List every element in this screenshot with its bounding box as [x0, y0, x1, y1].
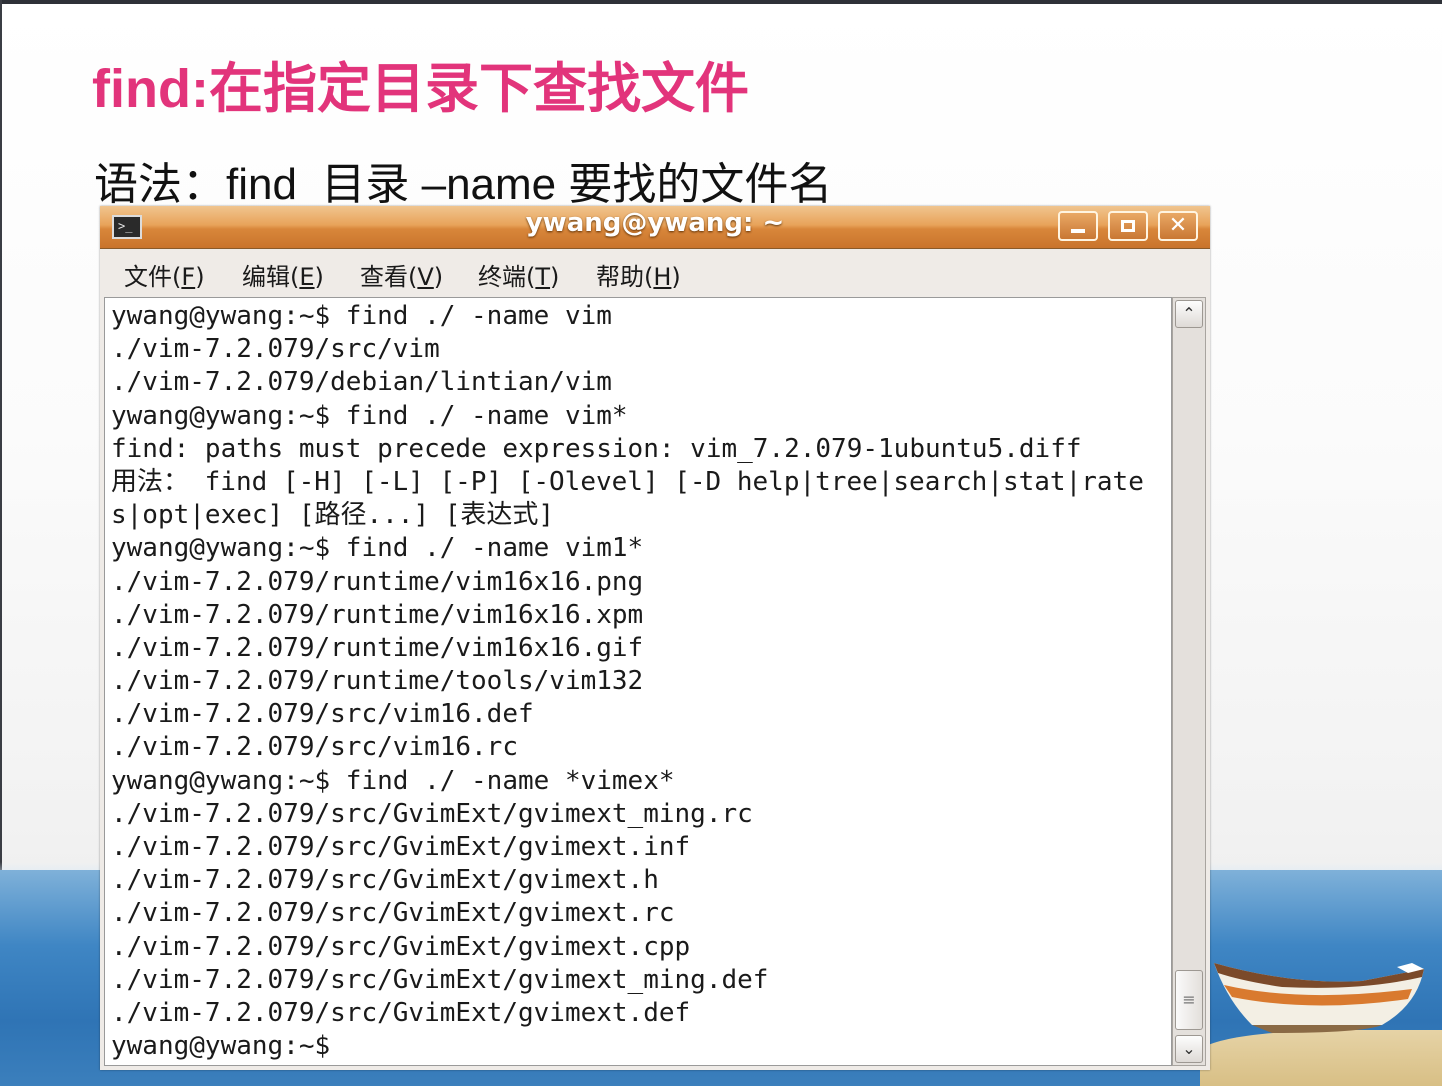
boat-image	[1212, 955, 1434, 1035]
terminal-line: ywang@ywang:~$	[111, 1031, 331, 1062]
slide-title: find:在指定目录下查找文件	[92, 59, 749, 119]
scroll-track[interactable]	[1176, 332, 1202, 1030]
menu-help-key: H	[653, 263, 672, 291]
terminal-line: ./vim-7.2.079/src/vim16.rc	[111, 732, 518, 763]
background-sand	[1200, 1030, 1442, 1086]
menu-view-key: V	[417, 263, 434, 291]
terminal-line: ./vim-7.2.079/runtime/vim16x16.xpm	[111, 599, 644, 630]
terminal-window: >_ ywang@ywang: ~ ✕ 文件(F) 编辑(E) 查看(V) 终端…	[100, 206, 1210, 1070]
terminal-line: find: paths must precede expression: vim…	[111, 433, 1082, 464]
terminal-line: 用法： find [-H] [-L] [-P] [-Olevel] [-D he…	[111, 466, 1144, 497]
maximize-button[interactable]	[1108, 211, 1148, 241]
scroll-down-button[interactable]: ⌄	[1175, 1035, 1203, 1063]
terminal-line: ywang@ywang:~$ find ./ -name vim	[111, 301, 612, 331]
terminal-output[interactable]: ywang@ywang:~$ find ./ -name vim ./vim-7.…	[104, 297, 1172, 1066]
terminal-line: ./vim-7.2.079/runtime/tools/vim132	[111, 666, 644, 697]
window-title: ywang@ywang: ~	[525, 208, 785, 238]
terminal-lines: ywang@ywang:~$ find ./ -name vim ./vim-7.…	[111, 300, 1144, 1063]
close-button[interactable]: ✕	[1158, 211, 1198, 241]
terminal-line: ywang@ywang:~$ find ./ -name *vimex*	[111, 765, 675, 796]
screen-top-border	[0, 0, 1442, 4]
terminal-line: ./vim-7.2.079/src/GvimExt/gvimext.inf	[111, 832, 691, 862]
terminal-line: ./vim-7.2.079/runtime/vim16x16.gif	[111, 632, 644, 663]
window-titlebar[interactable]: >_ ywang@ywang: ~ ✕	[100, 206, 1210, 249]
arrow-up-icon: ⌃	[1182, 304, 1196, 323]
terminal-line: ./vim-7.2.079/src/GvimExt/gvimext.cpp	[111, 931, 691, 962]
terminal-line: ./vim-7.2.079/src/vim	[111, 334, 440, 365]
boat-graphic	[1214, 963, 1424, 1033]
minimize-icon	[1071, 229, 1085, 233]
menu-file-label: 文件(	[124, 263, 182, 291]
menu-terminal-suffix: )	[550, 263, 560, 291]
maximize-icon	[1121, 220, 1135, 232]
menu-terminal[interactable]: 终端(T)	[478, 257, 559, 292]
vertical-scrollbar[interactable]: ⌃ ≡ ⌄	[1172, 297, 1206, 1066]
menu-file-key: F	[181, 263, 196, 291]
terminal-line: ywang@ywang:~$ find ./ -name vim1*	[111, 533, 644, 564]
arrow-down-icon: ⌄	[1182, 1039, 1196, 1058]
menu-view[interactable]: 查看(V)	[360, 257, 443, 292]
menu-edit[interactable]: 编辑(E)	[242, 257, 324, 292]
terminal-line: ./vim-7.2.079/src/GvimExt/gvimext.h	[111, 865, 659, 896]
menu-help-label: 帮助(	[596, 263, 654, 291]
menu-help[interactable]: 帮助(H)	[596, 257, 681, 292]
menu-view-suffix: )	[433, 263, 444, 291]
minimize-button[interactable]	[1058, 211, 1098, 241]
scroll-thumb[interactable]: ≡	[1175, 970, 1203, 1030]
scroll-up-button[interactable]: ⌃	[1175, 300, 1203, 328]
menu-edit-label: 编辑(	[242, 263, 300, 291]
menu-terminal-label: 终端(	[478, 263, 536, 291]
menu-bar: 文件(F) 编辑(E) 查看(V) 终端(T) 帮助(H)	[100, 249, 1210, 297]
terminal-line: ./vim-7.2.079/src/GvimExt/gvimext_ming.d…	[111, 964, 769, 995]
terminal-line: ./vim-7.2.079/src/GvimExt/gvimext_ming.r…	[111, 798, 753, 829]
terminal-line: s|opt|exec] [路径...] [表达式]	[111, 500, 555, 531]
menu-file-suffix: )	[195, 263, 205, 291]
menu-edit-key: E	[299, 263, 315, 291]
terminal-line: ./vim-7.2.079/src/GvimExt/gvimext.def	[111, 997, 691, 1028]
syntax-line: 语法：find 目录 –name 要找的文件名	[94, 160, 833, 209]
menu-terminal-key: T	[535, 263, 551, 291]
terminal-line: ./vim-7.2.079/src/vim16.def	[111, 699, 534, 730]
terminal-line: ./vim-7.2.079/runtime/vim16x16.png	[111, 566, 644, 597]
menu-view-label: 查看(	[360, 263, 418, 291]
terminal-line: ./vim-7.2.079/debian/lintian/vim	[111, 367, 612, 398]
menu-file[interactable]: 文件(F)	[124, 257, 205, 292]
terminal-line: ywang@ywang:~$ find ./ -name vim*	[111, 400, 628, 431]
close-icon: ✕	[1168, 213, 1188, 238]
menu-help-suffix: )	[671, 263, 681, 291]
terminal-line: ./vim-7.2.079/src/GvimExt/gvimext.rc	[111, 898, 675, 929]
menu-edit-suffix: )	[314, 263, 324, 291]
